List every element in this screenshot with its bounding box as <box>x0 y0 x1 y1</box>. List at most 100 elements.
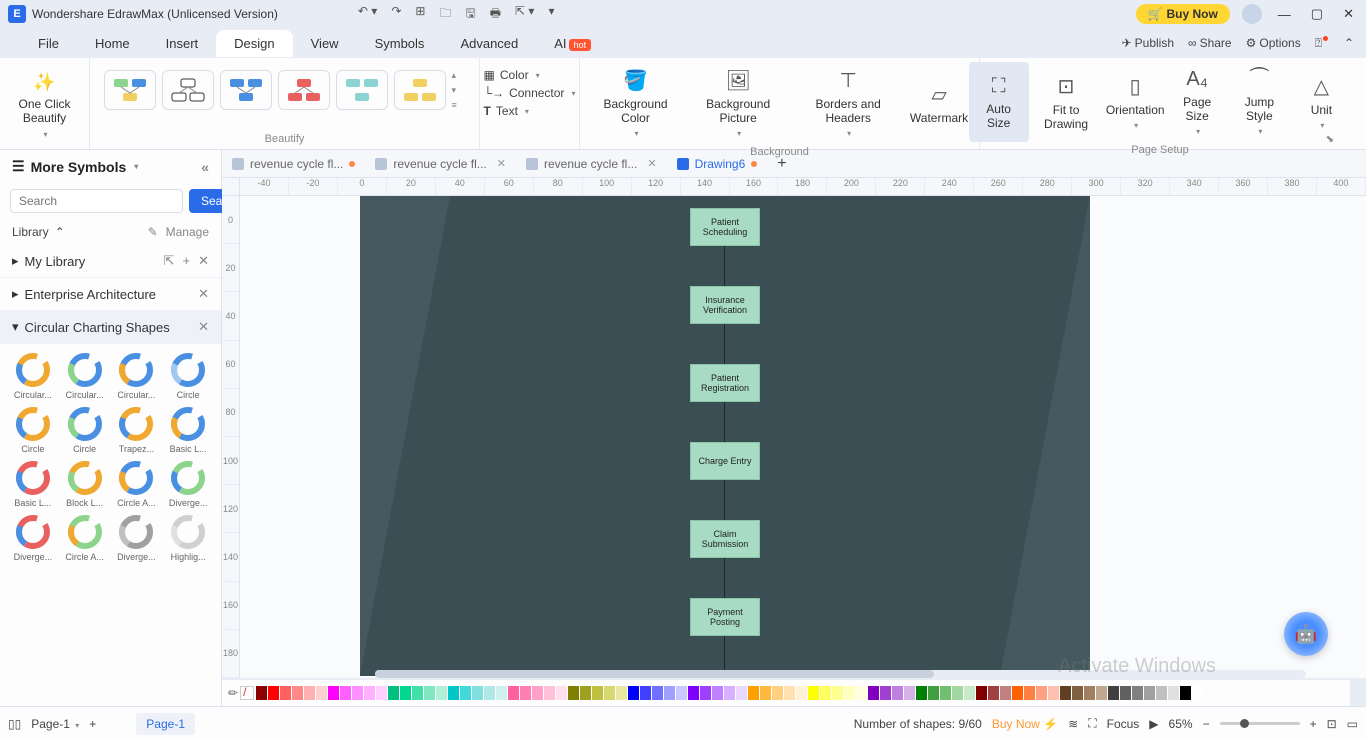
options-link[interactable]: ⚙ Options <box>1246 36 1301 50</box>
tab-view[interactable]: View <box>293 30 357 57</box>
shape-thumbnail[interactable]: Block L... <box>60 458 110 508</box>
page-selector[interactable]: Page-1 ▾ <box>31 717 79 731</box>
color-swatch[interactable] <box>1048 686 1059 700</box>
color-swatch[interactable] <box>760 686 771 700</box>
shape-thumbnail[interactable]: Circle A... <box>60 512 110 562</box>
edit-icon[interactable]: ✎ <box>148 225 158 239</box>
redo-icon[interactable]: ↷ <box>391 4 401 25</box>
theme-item[interactable] <box>278 70 330 110</box>
gallery-up-icon[interactable]: ▴ <box>452 70 466 81</box>
theme-item[interactable] <box>394 70 446 110</box>
shape-thumbnail[interactable]: Circle <box>60 404 110 454</box>
pages-icon[interactable]: ▯▯ <box>8 717 21 731</box>
watermark-button[interactable]: ▱Watermark <box>905 62 973 144</box>
collapse-sidebar-icon[interactable]: « <box>201 159 209 175</box>
color-swatch[interactable] <box>1072 686 1083 700</box>
shape-thumbnail[interactable]: Diverge... <box>163 458 213 508</box>
color-swatch[interactable] <box>460 686 471 700</box>
color-swatch[interactable] <box>784 686 795 700</box>
color-swatch[interactable] <box>496 686 507 700</box>
tab-symbols[interactable]: Symbols <box>357 30 443 57</box>
tab-advanced[interactable]: Advanced <box>442 30 536 57</box>
color-swatch[interactable] <box>400 686 411 700</box>
library-label[interactable]: Library <box>12 225 49 239</box>
color-swatch[interactable] <box>448 686 459 700</box>
color-swatch[interactable] <box>436 686 447 700</box>
theme-item[interactable] <box>220 70 272 110</box>
color-swatch[interactable] <box>820 686 831 700</box>
text-dropdown[interactable]: TText▾ <box>484 104 576 118</box>
color-swatch[interactable] <box>772 686 783 700</box>
color-swatch[interactable] <box>256 686 267 700</box>
layers-icon[interactable]: ≋ <box>1068 717 1078 731</box>
close-icon[interactable]: ✕ <box>198 319 209 335</box>
color-swatch[interactable] <box>1024 686 1035 700</box>
horizontal-scrollbar[interactable] <box>375 670 1306 678</box>
zoom-out-button[interactable]: − <box>1203 717 1210 731</box>
share-link[interactable]: ∞ Share <box>1188 36 1232 50</box>
library-category-active[interactable]: ▾Circular Charting Shapes✕ <box>0 311 221 344</box>
focus-label[interactable]: Focus <box>1107 717 1140 731</box>
orientation-button[interactable]: ▯Orientation▾ <box>1103 62 1166 142</box>
color-dropdown[interactable]: ▦Color▾ <box>484 68 576 82</box>
color-swatch[interactable] <box>1156 686 1167 700</box>
zoom-slider[interactable] <box>1220 722 1300 725</box>
close-button[interactable]: ✕ <box>1339 6 1358 22</box>
help-icon[interactable]: ⍰ <box>1315 36 1330 51</box>
color-swatch[interactable] <box>1000 686 1011 700</box>
background-color-button[interactable]: 🪣Background Color▾ <box>586 62 685 144</box>
color-swatch[interactable] <box>940 686 951 700</box>
more-icon[interactable]: ▾ <box>548 4 554 25</box>
undo-icon[interactable]: ↶ ▾ <box>358 4 377 25</box>
color-swatch[interactable] <box>1192 686 1203 700</box>
fullscreen-icon[interactable]: ⛶ <box>1088 716 1096 731</box>
one-click-beautify-button[interactable]: ✨ One Click Beautify ▾ <box>5 62 85 139</box>
export-icon[interactable]: ⇱ <box>164 253 175 269</box>
maximize-button[interactable]: ▢ <box>1307 6 1327 22</box>
color-swatch[interactable] <box>340 686 351 700</box>
theme-item[interactable] <box>162 70 214 110</box>
color-swatch[interactable] <box>484 686 495 700</box>
fit-width-icon[interactable]: ▭ <box>1347 717 1358 731</box>
color-swatch[interactable] <box>1084 686 1095 700</box>
shape-thumbnail[interactable]: Basic L... <box>163 404 213 454</box>
theme-item[interactable] <box>336 70 388 110</box>
zoom-level[interactable]: 65% <box>1169 717 1193 731</box>
shape-thumbnail[interactable]: Circular... <box>8 350 58 400</box>
jump-style-button[interactable]: ⏜Jump Style▾ <box>1227 62 1291 142</box>
color-swatch[interactable] <box>952 686 963 700</box>
zoom-in-button[interactable]: + <box>1310 717 1317 731</box>
tab-ai[interactable]: AIhot <box>536 30 609 57</box>
page-size-button[interactable]: A₄Page Size▾ <box>1167 62 1228 142</box>
doc-tab[interactable]: revenue cycle fl...✕ <box>516 150 667 177</box>
color-swatch[interactable] <box>1012 686 1023 700</box>
color-swatch[interactable] <box>532 686 543 700</box>
fit-page-icon[interactable]: ⊡ <box>1327 717 1337 731</box>
color-swatch[interactable] <box>712 686 723 700</box>
doc-tab[interactable]: revenue cycle fl...✕ <box>365 150 516 177</box>
flow-node[interactable]: Charge Entry <box>690 442 760 480</box>
color-swatch[interactable] <box>700 686 711 700</box>
manage-link[interactable]: Manage <box>166 225 209 239</box>
canvas[interactable]: Patient Scheduling Insurance Verificatio… <box>240 196 1366 678</box>
color-swatch[interactable] <box>676 686 687 700</box>
color-swatch[interactable] <box>664 686 675 700</box>
color-swatch[interactable] <box>652 686 663 700</box>
color-swatch[interactable] <box>868 686 879 700</box>
color-swatch[interactable] <box>1120 686 1131 700</box>
flow-node[interactable]: Payment Posting <box>690 598 760 636</box>
add-page-button[interactable]: + <box>89 717 96 731</box>
shape-thumbnail[interactable]: Circle <box>8 404 58 454</box>
color-swatch[interactable] <box>796 686 807 700</box>
theme-gallery[interactable]: ▴ ▾ ≡ <box>100 62 470 118</box>
flow-node[interactable]: Insurance Verification <box>690 286 760 324</box>
export-icon[interactable]: ⇱ ▾ <box>515 4 534 25</box>
color-swatch[interactable] <box>508 686 519 700</box>
color-swatch[interactable] <box>424 686 435 700</box>
color-swatch[interactable] <box>988 686 999 700</box>
shape-thumbnail[interactable]: Diverge... <box>112 512 162 562</box>
buy-now-link[interactable]: Buy Now ⚡ <box>992 717 1058 731</box>
flow-node[interactable]: Patient Scheduling <box>690 208 760 246</box>
tab-insert[interactable]: Insert <box>148 30 217 57</box>
tab-file[interactable]: File <box>20 30 77 57</box>
